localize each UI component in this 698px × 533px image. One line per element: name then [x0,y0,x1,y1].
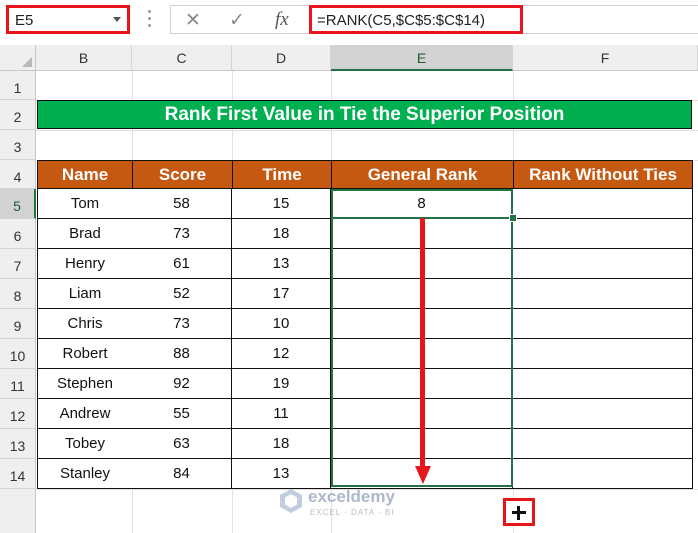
cell-name[interactable]: Robert [37,339,133,369]
fill-handle-plus-icon [503,498,535,526]
row-header-2[interactable]: 2 [0,100,36,130]
row-header-8[interactable]: 8 [0,279,36,309]
active-cell[interactable] [331,189,513,219]
cell-name[interactable]: Tobey [37,429,133,459]
row-header-3[interactable]: 3 [0,130,36,160]
enter-icon[interactable]: ✓ [229,9,245,32]
cell-rank-without-ties[interactable] [513,279,693,309]
header-name[interactable]: Name [37,160,133,189]
row-header-1[interactable]: 1 [0,71,36,100]
cell-time[interactable]: 13 [232,249,331,279]
header-general-rank[interactable]: General Rank [331,160,514,189]
formula-text: =RANK(C5,$C$5:$C$14) [317,12,485,29]
row-header-blank [0,489,36,533]
row-header-12[interactable]: 12 [0,399,36,429]
formula-buttons: ✕ ✓ fx [170,5,308,34]
column-header-d[interactable]: D [232,45,331,71]
cell-rank-without-ties[interactable] [513,399,693,429]
exceldemy-logo-icon [280,489,302,513]
cell-name[interactable]: Brad [37,219,133,249]
cell-name[interactable]: Stanley [37,459,133,489]
header-time[interactable]: Time [232,160,332,189]
row-header-10[interactable]: 10 [0,339,36,369]
cell-time[interactable]: 17 [232,279,331,309]
cell-score[interactable]: 92 [132,369,232,399]
cell-time[interactable]: 12 [232,339,331,369]
name-box-value: E5 [15,12,34,29]
cell-rank-without-ties[interactable] [513,429,693,459]
gridline [36,130,698,131]
column-header-c[interactable]: C [132,45,232,71]
row-header-11[interactable]: 11 [0,369,36,399]
row-header-7[interactable]: 7 [0,249,36,279]
cell-score[interactable]: 63 [132,429,232,459]
cell-time[interactable]: 10 [232,309,331,339]
cell-name[interactable]: Henry [37,249,133,279]
cell-rank-without-ties[interactable] [513,189,693,219]
watermark-name: exceldemy [308,487,395,506]
cell-time[interactable]: 18 [232,219,331,249]
cell-name[interactable]: Stephen [37,369,133,399]
row-header-13[interactable]: 13 [0,429,36,459]
row-header-6[interactable]: 6 [0,219,36,249]
cell-time[interactable]: 11 [232,399,331,429]
cell-rank-without-ties[interactable] [513,459,693,489]
watermark: exceldemy EXCEL · DATA · BI [278,486,438,522]
fill-handle[interactable] [509,214,517,222]
name-box[interactable]: E5 [6,5,130,34]
cell-rank-without-ties[interactable] [513,219,693,249]
row-header-14[interactable]: 14 [0,459,36,489]
cell-rank-without-ties[interactable] [513,309,693,339]
row-header-4[interactable]: 4 [0,160,36,189]
header-rank-without-ties[interactable]: Rank Without Ties [513,160,693,189]
cell-time[interactable]: 19 [232,369,331,399]
cell-score[interactable]: 73 [132,219,232,249]
formula-bar-separator [148,10,152,30]
cell-name[interactable]: Tom [37,189,133,219]
cell-time[interactable]: 18 [232,429,331,459]
cell-time[interactable]: 15 [232,189,331,219]
header-score[interactable]: Score [132,160,233,189]
cancel-icon[interactable]: ✕ [185,9,201,32]
cell-rank-without-ties[interactable] [513,369,693,399]
cell-name[interactable]: Andrew [37,399,133,429]
cell-score[interactable]: 52 [132,279,232,309]
formula-input[interactable]: =RANK(C5,$C$5:$C$14) [309,5,523,34]
cell-name[interactable]: Liam [37,279,133,309]
drag-arrow-shaft [420,218,425,470]
cell-score[interactable]: 88 [132,339,232,369]
row-header-9[interactable]: 9 [0,309,36,339]
formula-bar: E5 ✕ ✓ fx =RANK(C5,$C$5:$C$14) [0,0,698,41]
cell-rank-without-ties[interactable] [513,339,693,369]
sheet-title[interactable]: Rank First Value in Tie the Superior Pos… [37,100,692,129]
row-header-5[interactable]: 5 [0,189,36,219]
cell-time[interactable]: 13 [232,459,331,489]
cell-score[interactable]: 61 [132,249,232,279]
cell-name[interactable]: Chris [37,309,133,339]
watermark-tagline: EXCEL · DATA · BI [310,508,395,517]
drag-arrow-head [415,466,431,484]
cell-score[interactable]: 58 [132,189,232,219]
cell-score[interactable]: 55 [132,399,232,429]
dropdown-icon[interactable] [113,17,121,22]
cell-rank-without-ties[interactable] [513,249,693,279]
cell-score[interactable]: 84 [132,459,232,489]
column-header-e[interactable]: E [331,45,513,71]
formula-input-extension[interactable] [523,5,698,34]
fx-icon[interactable]: fx [275,9,289,31]
select-all-corner[interactable] [0,45,36,71]
column-header-b[interactable]: B [36,45,132,71]
column-header-f[interactable]: F [513,45,698,71]
cell-score[interactable]: 73 [132,309,232,339]
